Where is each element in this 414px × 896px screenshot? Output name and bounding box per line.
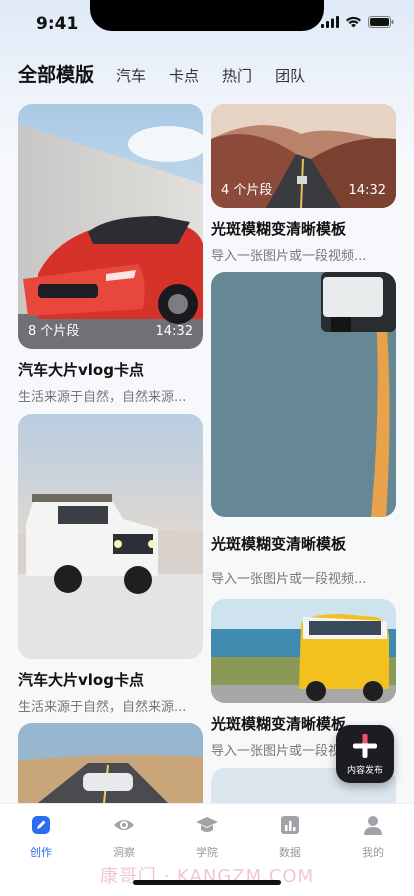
category-tabs: 全部模版 汽车 卡点 热门 团队 (18, 60, 328, 87)
status-time: 9:41 (36, 14, 79, 34)
tab-all-templates[interactable]: 全部模版 (18, 60, 94, 87)
template-thumbnail[interactable]: 4 个片段 14:32 (211, 104, 396, 208)
template-card[interactable]: 4 个片段 14:32 光斑模糊变清晰模板 导入一张图片或一段视频... (211, 104, 396, 264)
nav-create[interactable]: 创作 (11, 814, 71, 860)
user-icon (364, 816, 382, 835)
template-thumbnail[interactable]: 8 个片段 14:32 (18, 104, 203, 349)
graduation-cap-icon (196, 817, 218, 832)
clip-count: 4 个片段 (221, 183, 273, 198)
status-icons (321, 16, 394, 28)
road-car-image (211, 272, 396, 517)
nav-create-label: 创作 (30, 846, 52, 859)
nav-data[interactable]: 数据 (260, 814, 320, 860)
plus-icon (353, 734, 377, 758)
template-thumbnail[interactable] (18, 723, 203, 803)
template-title: 光斑模糊变清晰模板 (211, 220, 347, 238)
template-card[interactable]: 汽车大片vlog卡点 生活来源于自然，自然来源... (18, 414, 203, 715)
battery-icon (368, 16, 394, 28)
tab-popular[interactable]: 热门 (222, 65, 252, 86)
template-desc: 导入一张图片或一段视频... (211, 572, 367, 587)
template-thumbnail[interactable] (18, 414, 203, 659)
nav-insight-label: 洞察 (113, 846, 135, 859)
status-bar: 9:41 (0, 0, 414, 44)
notch (90, 0, 324, 31)
home-indicator (133, 880, 281, 885)
signal-icon (321, 16, 339, 28)
template-desc: 导入一张图片或一段视频... (211, 249, 367, 264)
tab-beat-sync[interactable]: 卡点 (169, 65, 199, 86)
wifi-icon (346, 16, 361, 28)
tab-team[interactable]: 团队 (275, 65, 305, 86)
eye-icon (114, 820, 134, 830)
template-card[interactable]: 8 个片段 14:32 汽车大片vlog卡点 生活来源于自然，自然来源... (18, 104, 203, 405)
template-title: 汽车大片vlog卡点 (18, 671, 144, 689)
duration: 14:32 (155, 324, 193, 339)
template-desc: 生活来源于自然，自然来源... (18, 390, 187, 405)
nav-insight[interactable]: 洞察 (94, 814, 154, 860)
template-card[interactable]: 光斑模糊变清晰模板 导入一张图片或一段视频... (211, 272, 396, 587)
bar-chart-icon (281, 816, 299, 834)
template-desc: 生活来源于自然，自然来源... (18, 700, 187, 715)
yellow-van-image (211, 599, 396, 703)
white-suv-image (18, 414, 203, 659)
sports-car-road-image (18, 723, 203, 803)
duration: 14:32 (348, 183, 386, 198)
template-thumbnail[interactable] (211, 599, 396, 703)
template-title: 汽车大片vlog卡点 (18, 361, 144, 379)
publish-content-button[interactable]: 内容发布 (336, 725, 394, 783)
clip-count: 8 个片段 (28, 324, 80, 339)
publish-content-label: 内容发布 (346, 766, 383, 776)
nav-data-label: 数据 (279, 846, 301, 859)
nav-academy[interactable]: 学院 (177, 814, 237, 860)
tab-cars[interactable]: 汽车 (116, 65, 146, 86)
pen-icon (32, 816, 50, 834)
nav-academy-label: 学院 (196, 846, 218, 859)
template-thumbnail[interactable] (211, 272, 396, 517)
template-card[interactable] (18, 723, 203, 803)
template-title: 光斑模糊变清晰模板 (211, 535, 347, 553)
red-car-image (18, 104, 203, 349)
nav-mine[interactable]: 我的 (343, 814, 403, 860)
nav-mine-label: 我的 (362, 846, 384, 859)
